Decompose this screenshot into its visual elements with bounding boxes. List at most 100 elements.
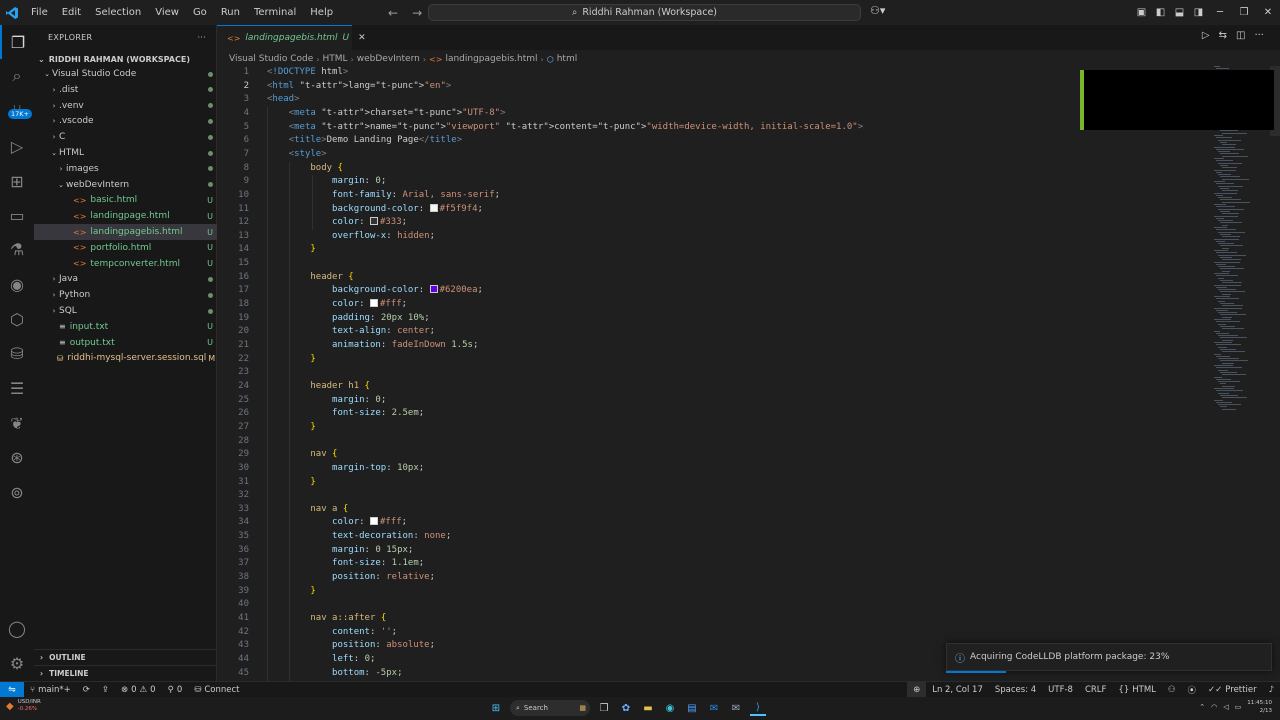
mail-icon[interactable]: ✉: [728, 700, 744, 716]
code-line[interactable]: <html "t-attr">lang="t-punc">"en">: [267, 80, 1080, 94]
toggle-secondary-sidebar-icon[interactable]: ◨: [1189, 7, 1208, 18]
code-line[interactable]: <meta "t-attr">charset="t-punc">"UTF-8">: [267, 107, 506, 121]
manage-gear-icon[interactable]: ⚙: [0, 646, 34, 680]
toggle-panel-icon[interactable]: ⬓: [1170, 7, 1189, 18]
indentation[interactable]: Spaces: 4: [989, 685, 1042, 695]
code-line[interactable]: font-family: Arial, sans-serif;: [267, 189, 500, 203]
tray-chevron-icon[interactable]: ⌃: [1199, 703, 1205, 711]
back-arrow-icon[interactable]: ←: [388, 6, 398, 20]
testing-icon[interactable]: ⚗: [0, 232, 34, 266]
workspace-header[interactable]: ⌄ RIDDHI RAHMAN (WORKSPACE): [34, 53, 217, 65]
explorer-icon[interactable]: ❐: [0, 25, 34, 59]
language-mode[interactable]: {} HTML: [1112, 685, 1161, 695]
code-line[interactable]: text-align: center;: [267, 325, 435, 339]
mongodb-leaf-icon[interactable]: ❦: [0, 406, 34, 440]
code-line[interactable]: nav a::after {: [267, 612, 386, 626]
code-line[interactable]: <title>Demo Landing Page</title>: [267, 134, 462, 148]
tree-item[interactable]: <> landingpage.html U: [34, 208, 217, 224]
tree-item[interactable]: › C: [34, 129, 217, 145]
split-editor-icon[interactable]: ◫: [1236, 30, 1245, 41]
code-line[interactable]: margin: 0;: [267, 175, 386, 189]
code-line[interactable]: color: #333;: [267, 216, 407, 230]
code-line[interactable]: <!DOCTYPE html>: [267, 66, 348, 80]
more-actions-icon[interactable]: ···: [197, 33, 206, 42]
code-line[interactable]: body {: [267, 162, 343, 176]
menu-view[interactable]: View: [148, 0, 186, 25]
code-line[interactable]: color: #fff;: [267, 516, 407, 530]
zoom-icon[interactable]: ⊕: [907, 682, 927, 698]
remote-explorer-icon[interactable]: ▭: [0, 198, 34, 232]
code-line[interactable]: }: [267, 353, 315, 367]
code-line[interactable]: color: #fff;: [267, 298, 407, 312]
code-line[interactable]: margin-top: 10px;: [267, 462, 424, 476]
breadcrumb-item[interactable]: Visual Studio Code: [229, 54, 313, 64]
tree-item[interactable]: › .vscode: [34, 113, 217, 129]
code-line[interactable]: left: 0;: [267, 653, 375, 667]
menu-selection[interactable]: Selection: [88, 0, 148, 25]
end-of-line[interactable]: CRLF: [1079, 685, 1112, 695]
tree-item[interactable]: <> portfolio.html U: [34, 240, 217, 256]
outlook-icon[interactable]: ✉: [706, 700, 722, 716]
tree-item[interactable]: › .venv: [34, 98, 217, 114]
notifications-bell-icon[interactable]: ♪: [1263, 685, 1280, 695]
menu-terminal[interactable]: Terminal: [247, 0, 303, 25]
code-line[interactable]: <head>: [267, 93, 300, 107]
run-debug-icon[interactable]: ▷: [0, 129, 34, 163]
color-swatch[interactable]: [429, 285, 438, 294]
database-icon[interactable]: ⛁: [0, 336, 34, 370]
code-line[interactable]: <style>: [267, 148, 327, 162]
tree-item[interactable]: ⌄ HTML: [34, 145, 217, 161]
menu-run[interactable]: Run: [214, 0, 247, 25]
taskbar-search[interactable]: ⌕ Search ▦: [510, 700, 590, 716]
go-live-icon[interactable]: ⦿: [1182, 684, 1203, 696]
color-swatch[interactable]: [369, 299, 378, 308]
code-line[interactable]: animation: fadeInDown 1.5s;: [267, 339, 478, 353]
command-center[interactable]: ⌕ Riddhi Rahman (Workspace): [428, 4, 861, 21]
menu-edit[interactable]: Edit: [55, 0, 88, 25]
gitlens-icon[interactable]: ⊚: [0, 475, 34, 509]
breadcrumb-item[interactable]: html: [557, 54, 578, 64]
tree-item[interactable]: ≡ input.txt U: [34, 319, 217, 335]
publish-icon[interactable]: ⇪: [96, 685, 115, 695]
code-line[interactable]: position: absolute;: [267, 639, 435, 653]
tree-item[interactable]: <> basic.html U: [34, 192, 217, 208]
windows-start-icon[interactable]: ⊞: [488, 700, 504, 716]
more-actions-icon[interactable]: ···: [1254, 30, 1264, 41]
code-line[interactable]: text-decoration: none;: [267, 530, 451, 544]
code-line[interactable]: <meta "t-attr">name="t-punc">"viewport" …: [267, 121, 863, 135]
branch-indicator[interactable]: ⑂ main*+: [24, 685, 77, 695]
customize-layout-icon[interactable]: ▣: [1132, 7, 1151, 18]
code-line[interactable]: padding: 20px 10%;: [267, 312, 430, 326]
code-line[interactable]: nav {: [267, 448, 337, 462]
notification-toast[interactable]: ⓘ Acquiring CodeLLDB platform package: 2…: [946, 643, 1272, 671]
menu-file[interactable]: File: [24, 0, 55, 25]
git-graph-icon[interactable]: ⊛: [0, 440, 34, 474]
containers-icon[interactable]: ⬡: [0, 302, 34, 336]
wifi-icon[interactable]: ◠: [1211, 703, 1217, 711]
tree-item[interactable]: ≡ output.txt U: [34, 335, 217, 351]
copilot-app-icon[interactable]: ✿: [618, 700, 634, 716]
cursor-position[interactable]: Ln 2, Col 17: [926, 685, 989, 695]
tree-item[interactable]: ⌄ webDevIntern: [34, 177, 217, 193]
task-view-icon[interactable]: ❐: [596, 700, 612, 716]
code-line[interactable]: background-color: #6200ea;: [267, 284, 483, 298]
sync-icon[interactable]: ⟳: [77, 685, 96, 695]
clock[interactable]: 11:45:10 2/13: [1247, 699, 1272, 715]
search-view-icon[interactable]: ⌕: [0, 59, 34, 93]
code-line[interactable]: content: '';: [267, 626, 397, 640]
menu-help[interactable]: Help: [303, 0, 340, 25]
color-swatch[interactable]: [369, 517, 378, 526]
minimize-icon[interactable]: ─: [1208, 7, 1232, 18]
tree-item[interactable]: › Java: [34, 271, 217, 287]
code-line[interactable]: }: [267, 421, 315, 435]
connect-indicator[interactable]: ⛁ Connect: [188, 685, 245, 695]
accounts-icon[interactable]: ◯: [0, 611, 34, 645]
tree-item[interactable]: ⌄ Visual Studio Code: [34, 66, 217, 82]
edge-browser-icon[interactable]: ◉: [662, 700, 678, 716]
color-swatch[interactable]: [429, 203, 438, 212]
tree-item[interactable]: ⛁ riddhi-mysql-server.session.sql M: [34, 350, 217, 366]
tree-item[interactable]: › SQL: [34, 303, 217, 319]
tree-item[interactable]: <> landingpagebis.html U: [34, 224, 217, 240]
breadcrumb-item[interactable]: webDevIntern: [357, 54, 420, 64]
extensions-icon[interactable]: ⊞: [0, 164, 34, 198]
